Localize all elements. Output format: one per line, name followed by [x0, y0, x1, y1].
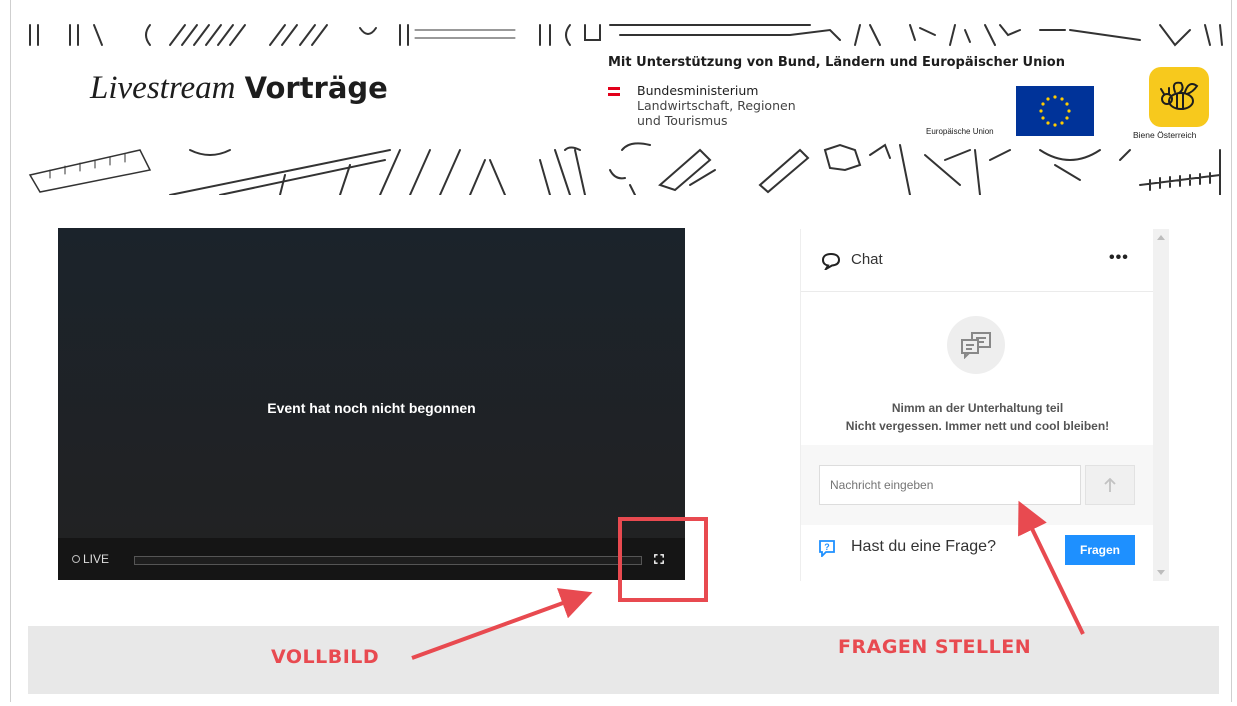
progress-bar[interactable]: [134, 556, 642, 565]
bee-label: Biene Österreich: [1133, 130, 1197, 140]
annotation-fullscreen-label: VOLLBILD: [271, 646, 380, 668]
svg-text:?: ?: [824, 542, 830, 552]
ministry-line-1: Bundesministerium: [637, 83, 759, 98]
fullscreen-highlight-box: [618, 517, 708, 602]
chat-message-input[interactable]: [819, 465, 1081, 505]
scroll-up-icon[interactable]: [1157, 235, 1165, 240]
chat-empty-line-1: Nimm an der Unterhaltung teil: [891, 401, 1064, 415]
brand-script: Livestream: [90, 70, 236, 106]
chat-header: Chat •••: [801, 229, 1155, 292]
chat-empty-line-2: Nicht vergessen. Immer nett und cool ble…: [845, 419, 1110, 433]
annotation-questions-label: FRAGEN STELLEN: [838, 636, 1032, 658]
question-icon: ?: [819, 540, 835, 557]
ask-question-text: Hast du eine Frage?: [851, 538, 996, 555]
chat-panel: Chat ••• Nimm an der Unterhaltung teil N…: [800, 229, 1155, 581]
ask-question-button[interactable]: Fragen: [1065, 535, 1135, 565]
ministry-line-3: und Tourismus: [637, 113, 728, 128]
brand-bold: Vorträge: [244, 71, 388, 105]
arrow-up-icon: [1104, 477, 1116, 492]
support-line: Mit Unterstützung von Bund, Ländern und …: [608, 55, 1065, 70]
chat-input-area: [801, 445, 1155, 525]
brand-title: Livestream Vorträge: [90, 68, 388, 107]
header-banner: Livestream Vorträge Mit Unterstützung vo…: [10, 0, 1232, 195]
bee-logo-icon: [1149, 67, 1209, 127]
player-status-message: Event hat noch nicht begonnen: [267, 400, 476, 416]
player-controls: LIVE: [58, 538, 685, 580]
conversation-icon: [947, 316, 1005, 374]
chat-bubble-icon: [821, 252, 841, 270]
video-player[interactable]: Event hat noch nicht begonnen LIVE: [58, 228, 685, 580]
austria-flag-icon: [608, 87, 620, 96]
eu-label: Europäische Union: [926, 127, 994, 136]
ministry-line-2: Landwirtschaft, Regionen: [637, 98, 796, 113]
ministry-logo: Bundesministerium Landwirtschaft, Region…: [608, 83, 796, 128]
chat-more-button[interactable]: •••: [1109, 249, 1129, 267]
send-button[interactable]: [1085, 465, 1135, 505]
live-dot-icon: [72, 555, 80, 563]
chat-scrollbar[interactable]: [1153, 229, 1169, 581]
chat-title: Chat: [851, 251, 883, 268]
eu-flag-icon: [1016, 86, 1094, 136]
footer-band: [28, 626, 1219, 694]
live-label: LIVE: [83, 552, 110, 566]
live-indicator: LIVE: [72, 552, 109, 566]
scroll-down-icon[interactable]: [1157, 570, 1165, 575]
